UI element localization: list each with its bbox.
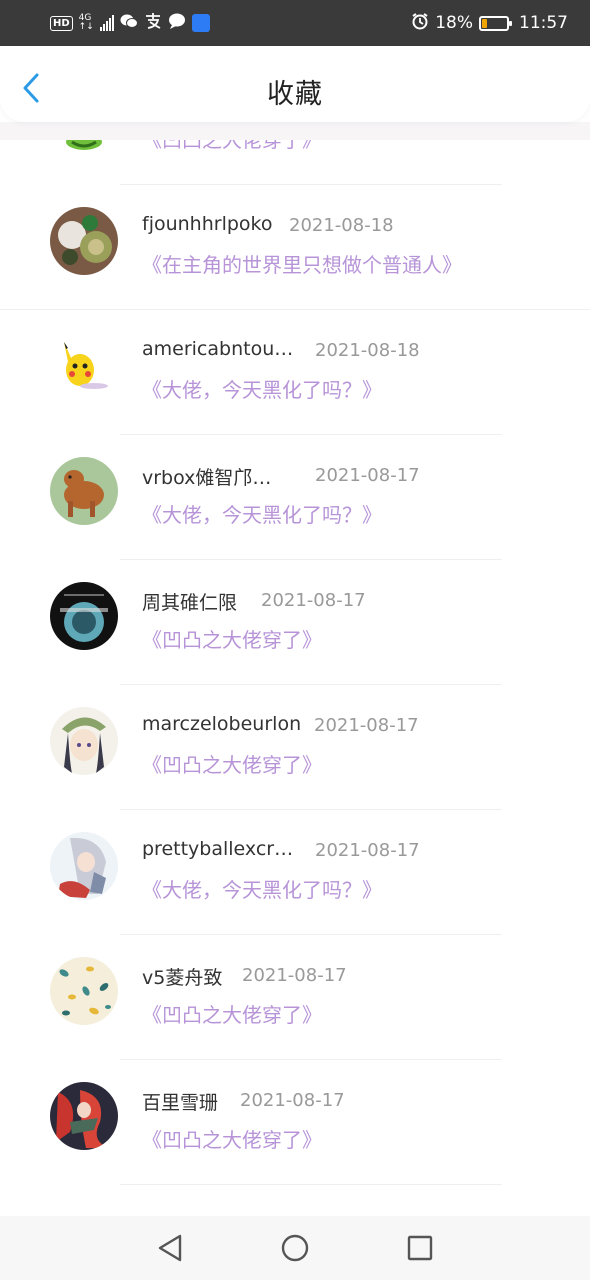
page-title: 收藏	[267, 79, 323, 110]
network-indicator: 4G ↑↓	[79, 14, 94, 32]
username: v5菱舟致	[142, 967, 223, 989]
list-item[interactable]: 周其碓仁限 2021-08-17 《凹凸之大佬穿了》	[0, 560, 590, 685]
alipay-icon	[144, 12, 162, 34]
book-title[interactable]: 《凹凸之大佬穿了》	[142, 749, 322, 778]
system-nav-bar	[0, 1216, 590, 1280]
status-bar: HD 4G ↑↓ 18% 11:57	[0, 0, 590, 46]
clock: 11:57	[519, 13, 568, 33]
status-right: 18% 11:57	[411, 12, 568, 35]
book-title[interactable]: 《凹凸之大佬穿了》	[142, 999, 322, 1028]
avatar[interactable]	[50, 707, 118, 775]
username: marczelobeurlon	[142, 713, 302, 735]
book-title[interactable]: 《凹凸之大佬穿了》	[142, 140, 322, 153]
list-item[interactable]: 百里雪珊 2021-08-17 《凹凸之大佬穿了》	[0, 1060, 590, 1185]
alarm-icon	[411, 12, 429, 35]
status-left: HD 4G ↑↓	[50, 12, 210, 34]
avatar[interactable]	[50, 140, 118, 150]
list-item[interactable]: vrbox傩智邝… 2021-08-17 《大佬，今天黑化了吗？》	[0, 435, 590, 560]
back-triangle-icon[interactable]	[150, 1228, 190, 1268]
header: 收藏	[0, 46, 590, 122]
avatar[interactable]	[50, 332, 118, 400]
book-title[interactable]: 《凹凸之大佬穿了》	[142, 1124, 322, 1153]
hd-badge-icon: HD	[50, 15, 73, 31]
data-arrows-icon: ↑↓	[78, 22, 94, 32]
avatar[interactable]	[50, 457, 118, 525]
wechat-icon	[120, 13, 138, 33]
date: 2021-08-18	[289, 215, 394, 236]
avatar[interactable]	[50, 1082, 118, 1150]
divider	[120, 1184, 502, 1185]
avatar[interactable]	[50, 957, 118, 1025]
battery-fill	[482, 18, 487, 28]
date: 2021-08-17	[240, 1090, 345, 1111]
date: 2021-08-17	[315, 465, 420, 486]
username: americabntou…	[142, 338, 294, 360]
date: 2021-08-17	[242, 965, 347, 986]
username: 百里雪珊	[142, 1092, 219, 1114]
username: prettyballexcr…	[142, 838, 294, 860]
favorites-list: 《凹凸之大佬穿了》 fjounhhrlpoko 2021-08-18 《在主角的…	[0, 140, 590, 1216]
battery-percent: 18%	[435, 13, 473, 33]
book-title[interactable]: 《大佬，今天黑化了吗？》	[142, 499, 382, 528]
list-item[interactable]: fjounhhrlpoko 2021-08-18 《在主角的世界里只想做个普通人…	[0, 185, 590, 310]
date: 2021-08-17	[314, 715, 419, 736]
recents-square-icon[interactable]	[400, 1228, 440, 1268]
date: 2021-08-18	[315, 340, 420, 361]
battery-icon	[479, 15, 512, 31]
avatar[interactable]	[50, 207, 118, 275]
date: 2021-08-17	[315, 840, 420, 861]
avatar[interactable]	[50, 582, 118, 650]
book-title[interactable]: 《在主角的世界里只想做个普通人》	[142, 249, 462, 278]
book-title[interactable]: 《凹凸之大佬穿了》	[142, 624, 322, 653]
list-item[interactable]: americabntou… 2021-08-18 《大佬，今天黑化了吗？》	[0, 310, 590, 435]
list-item[interactable]: v5菱舟致 2021-08-17 《凹凸之大佬穿了》	[0, 935, 590, 1060]
date: 2021-08-17	[261, 590, 366, 611]
book-title[interactable]: 《大佬，今天黑化了吗？》	[142, 374, 382, 403]
app-icon	[191, 14, 210, 32]
signal-icon	[99, 15, 114, 31]
header-strip	[0, 122, 590, 140]
list-item[interactable]: 《凹凸之大佬穿了》	[0, 140, 590, 185]
username: vrbox傩智邝…	[142, 467, 272, 489]
list-item[interactable]: prettyballexcr… 2021-08-17 《大佬，今天黑化了吗？》	[0, 810, 590, 935]
avatar[interactable]	[50, 832, 118, 900]
message-icon	[168, 13, 186, 33]
home-circle-icon[interactable]	[275, 1228, 315, 1268]
username: 周其碓仁限	[142, 592, 238, 614]
book-title[interactable]: 《大佬，今天黑化了吗？》	[142, 874, 382, 903]
list-item[interactable]: marczelobeurlon 2021-08-17 《凹凸之大佬穿了》	[0, 685, 590, 810]
username: fjounhhrlpoko	[142, 213, 273, 235]
